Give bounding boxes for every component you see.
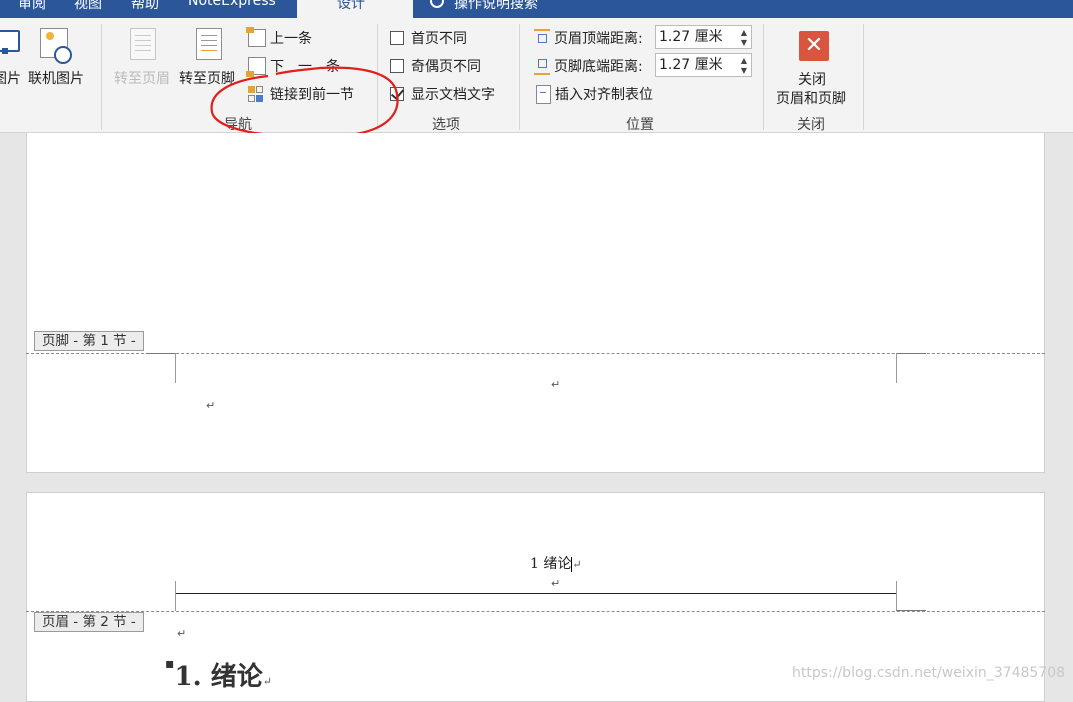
previous-label: 上一条 (270, 31, 312, 47)
tab-view[interactable]: 视图 (74, 0, 102, 13)
tab-help[interactable]: 帮助 (131, 0, 159, 13)
header-section-2-text: 1 绪论 (530, 556, 572, 572)
footer-boundary-line (26, 353, 1045, 354)
tab-design[interactable]: 设计 (297, 0, 413, 18)
ribbon: 图片 联机图片 转至页眉 转至页脚 上一条 下一条 链接到前一节 导航 (0, 18, 1073, 133)
crop-mark (175, 353, 176, 383)
tell-me-label: 操作说明搜索 (454, 0, 538, 12)
crop-mark (896, 353, 897, 383)
group-separator (763, 24, 764, 130)
spin-up-icon[interactable]: ▲ (739, 29, 749, 37)
different-first-page-label: 首页不同 (411, 31, 467, 47)
paragraph-mark: ↵ (206, 399, 216, 412)
next-button[interactable]: 下一条 (246, 56, 354, 77)
show-document-text-checkbox[interactable]: 显示文档文字 (390, 84, 495, 104)
tab-noteexpress[interactable]: NoteExpress (188, 0, 276, 9)
picture-label: 图片 (0, 71, 21, 87)
group-separator (863, 24, 864, 130)
position-group-label: 位置 (626, 117, 654, 133)
globe-icon (54, 46, 72, 64)
watermark-text: https://blog.csdn.net/weixin_37485708 (792, 665, 1066, 681)
goto-footer-label: 转至页脚 (179, 71, 235, 87)
header-position-icon (534, 29, 550, 47)
insert-alignment-tab-label: 插入对齐制表位 (555, 87, 653, 103)
previous-section-icon (246, 27, 266, 47)
insert-alignment-tab-button[interactable]: 插入对齐制表位 (536, 84, 653, 104)
header-from-top-spinner[interactable]: 1.27 厘米 ▲ ▼ (655, 25, 752, 49)
heading-bullet-marker: ▪ (165, 656, 175, 672)
online-picture-button[interactable]: 联机图片 (28, 26, 92, 96)
next-section-icon (246, 57, 266, 77)
footer-from-bottom-label-row: 页脚底端距离: (534, 56, 643, 76)
goto-header-icon (130, 28, 156, 60)
different-first-page-checkbox[interactable]: 首页不同 (390, 28, 467, 48)
online-picture-label: 联机图片 (28, 71, 84, 87)
next-label: 下一条 (270, 59, 354, 75)
footer-position-icon (534, 57, 550, 75)
alignment-tab-icon (536, 84, 551, 104)
ribbon-tab-bar: 审阅 视图 帮助 NoteExpress 设计 操作说明搜索 (0, 0, 1073, 18)
footer-from-bottom-value: 1.27 厘米 (659, 57, 723, 73)
online-picture-sun (46, 32, 54, 40)
footer-section-1-tag: 页脚 - 第 1 节 - (34, 331, 144, 351)
paragraph-mark: ↵ (177, 627, 187, 640)
close-header-footer-button[interactable]: ✕ 关闭 页眉和页脚 (772, 26, 856, 107)
tab-design-label: 设计 (337, 0, 365, 12)
crop-mark (896, 353, 926, 354)
spin-up-icon[interactable]: ▲ (739, 57, 749, 65)
navigation-group-label: 导航 (224, 117, 252, 133)
footer-paragraph-mark[interactable]: ↵ (551, 378, 560, 391)
goto-header-button[interactable]: 转至页眉 (110, 26, 176, 96)
spin-down-icon[interactable]: ▼ (739, 39, 749, 47)
header-section-2-tag: 页眉 - 第 2 节 - (34, 612, 144, 632)
tab-review[interactable]: 审阅 (18, 0, 46, 13)
goto-footer-button[interactable]: 转至页脚 (177, 26, 243, 96)
picture-button[interactable]: 图片 (0, 26, 22, 96)
lightbulb-icon (430, 0, 444, 8)
close-label-line2: 页眉和页脚 (776, 91, 846, 107)
group-separator (377, 24, 378, 130)
goto-header-label: 转至页眉 (114, 71, 170, 87)
heading-paragraph-mark: ↵ (262, 675, 272, 688)
show-document-text-label: 显示文档文字 (411, 87, 495, 103)
goto-footer-icon (196, 28, 222, 60)
link-to-previous-button[interactable]: 链接到前一节 (248, 84, 354, 104)
different-first-page-box (390, 31, 404, 45)
tell-me-search[interactable]: 操作说明搜索 (430, 0, 538, 13)
previous-button[interactable]: 上一条 (246, 27, 312, 48)
heading-1-row[interactable]: ▪1. 绪论↵ (165, 656, 272, 693)
options-group-label: 选项 (432, 117, 460, 133)
footer-from-bottom-spinner[interactable]: 1.27 厘米 ▲ ▼ (655, 53, 752, 77)
close-label-line1: 关闭 (798, 72, 826, 88)
document-page-1 (26, 133, 1045, 473)
link-to-previous-icon (248, 86, 264, 102)
close-icon: ✕ (799, 31, 829, 61)
heading-1-text: 1. 绪论 (174, 662, 263, 692)
group-separator (101, 24, 102, 130)
paragraph-mark: ↵ (551, 577, 561, 590)
header-paragraph-mark: ↵ (572, 558, 582, 571)
different-odd-even-label: 奇偶页不同 (411, 59, 481, 75)
group-separator (519, 24, 520, 130)
picture-icon-dot (2, 48, 8, 54)
crop-mark (175, 581, 176, 611)
different-odd-even-box (390, 59, 404, 73)
crop-mark (146, 353, 176, 354)
header-from-top-value: 1.27 厘米 (659, 29, 723, 45)
crop-mark (896, 581, 897, 611)
close-group-label: 关闭 (797, 117, 825, 133)
header-underline (175, 593, 897, 594)
link-to-previous-label: 链接到前一节 (270, 87, 354, 103)
show-document-text-box (390, 87, 404, 101)
spin-down-icon[interactable]: ▼ (739, 67, 749, 75)
footer-from-bottom-label: 页脚底端距离: (554, 59, 643, 75)
header-from-top-label-row: 页眉顶端距离: (534, 28, 643, 48)
different-odd-even-checkbox[interactable]: 奇偶页不同 (390, 56, 481, 76)
header-from-top-label: 页眉顶端距离: (554, 31, 643, 47)
header-section-2-text-row[interactable]: 1 绪论↵ (530, 553, 582, 573)
header-boundary-line (26, 611, 1045, 612)
